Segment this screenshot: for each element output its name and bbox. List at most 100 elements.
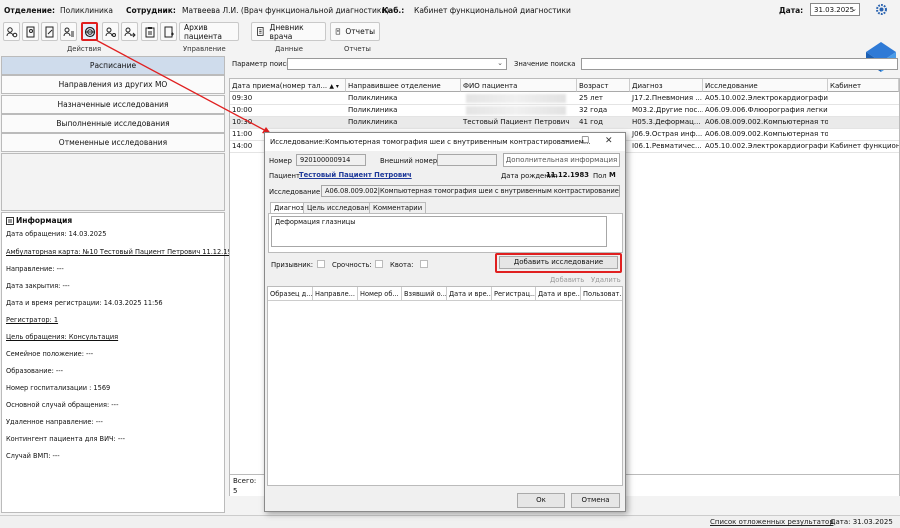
info-registrar-link[interactable]: Регистратор: 1: [6, 316, 58, 324]
external-number-field[interactable]: [437, 154, 497, 166]
table-row[interactable]: 10:30 Поликлиника Тестовый Пациент Петрови…: [230, 117, 899, 129]
department-label: Отделение:: [4, 6, 55, 15]
table-cell: H05.3.Деформац...: [632, 118, 701, 126]
ok-button[interactable]: Ок: [517, 493, 565, 508]
dcol-user[interactable]: Пользоват...: [581, 287, 622, 301]
urgency-label: Срочность:: [332, 261, 372, 269]
close-icon[interactable]: ✕: [605, 136, 613, 146]
conscript-checkbox[interactable]: [317, 260, 325, 268]
dcol-taker[interactable]: Взявший о...: [402, 287, 447, 301]
table-row[interactable]: 09:30 Поликлиника 25 лет J17.2.Пневмония ..…: [230, 93, 899, 105]
toolbar-button-8[interactable]: [141, 22, 158, 41]
dcol-direction[interactable]: Направле...: [313, 287, 358, 301]
quota-checkbox[interactable]: [420, 260, 428, 268]
col-cabinet[interactable]: Кабинет: [828, 79, 899, 92]
number-field[interactable]: 920100000914: [296, 154, 366, 166]
cancel-button[interactable]: Отмена: [571, 493, 620, 508]
external-number-label: Внешний номер: [380, 157, 438, 165]
toolbar-button-2[interactable]: [22, 22, 39, 41]
toolbar-button-9[interactable]: [160, 22, 177, 41]
study-field[interactable]: A06.08.009.002|Компьютерная томография ш…: [321, 185, 620, 197]
redacted-name: [466, 106, 566, 115]
study-button[interactable]: [81, 22, 98, 41]
table-cell: [828, 105, 899, 116]
footer-total-label: Всего:: [233, 477, 257, 485]
date-picker[interactable]: 31.03.2025 ⌄: [810, 3, 860, 16]
col-date[interactable]: Дата приема(номер тал... ▲ ▾: [230, 79, 346, 92]
reports-label: Отчеты: [345, 27, 375, 36]
delete-link[interactable]: Удалить: [591, 276, 621, 284]
diary-button[interactable]: Дневник врача: [251, 22, 326, 41]
status-date: Дата: 31.03.2025: [830, 518, 893, 526]
chevron-down-icon: ⌄: [851, 5, 857, 13]
date-label: Дата:: [779, 6, 804, 15]
dcol-datetime2[interactable]: Дата и вре...: [536, 287, 581, 301]
dcol-sample-number[interactable]: Номер об...: [358, 287, 402, 301]
add-link[interactable]: Добавить: [550, 276, 584, 284]
toolbar-button-4[interactable]: [60, 22, 77, 41]
clipboard-icon: [145, 26, 154, 37]
maximize-icon[interactable]: ☐: [581, 136, 589, 146]
patient-link[interactable]: Тестовый Пациент Петрович: [299, 171, 412, 179]
patient-label: Пациент: [269, 172, 300, 180]
table-cell: [828, 117, 899, 128]
reports-button[interactable]: Отчеты: [330, 22, 380, 41]
col-patient[interactable]: ФИО пациента: [461, 79, 577, 92]
archive-button[interactable]: Архив пациента: [179, 22, 239, 41]
col-diagnosis[interactable]: Диагноз: [630, 79, 703, 92]
dcol-sample[interactable]: Образец д...: [268, 287, 313, 301]
employee-value: Матвеева Л.И. (Врач функциональной диагн…: [182, 6, 390, 15]
nav-referrals[interactable]: Направления из других МО: [1, 75, 225, 94]
table-cell: 10:00: [232, 106, 253, 114]
toolbar-button-1[interactable]: [3, 22, 20, 41]
nav-cancelled[interactable]: Отмененные исследования: [1, 133, 225, 152]
toolbar-button-6[interactable]: [102, 22, 119, 41]
toolbar-button-3[interactable]: [41, 22, 58, 41]
search-value-input[interactable]: [581, 58, 898, 70]
dcol-registrar[interactable]: Регистрац...: [492, 287, 536, 301]
toolbar: Архив пациента Дневник врача Отчеты Дейс…: [0, 20, 900, 72]
urgency-checkbox[interactable]: [375, 260, 383, 268]
group-actions: Действия: [67, 45, 102, 53]
dcol-datetime[interactable]: Дата и вре...: [447, 287, 492, 301]
col-study[interactable]: Исследование: [703, 79, 828, 92]
cabinet-label: Каб.:: [382, 6, 405, 15]
number-label: Номер: [269, 157, 292, 165]
postponed-results-link[interactable]: Список отложенных результатов: [710, 518, 833, 526]
info-date: Дата обращения: 14.03.2025: [6, 230, 107, 238]
minimize-icon[interactable]: —: [561, 136, 570, 146]
nav-schedule[interactable]: Расписание: [1, 56, 225, 75]
nav-assigned[interactable]: Назначенные исследования: [1, 95, 225, 114]
col-dept[interactable]: Направившее отделение: [346, 79, 461, 92]
diary-label: Дневник врача: [269, 22, 304, 41]
archive-label: Архив пациента: [184, 22, 222, 41]
top-info-bar: Отделение: Поликлиника Сотрудник: Матвее…: [0, 0, 900, 20]
info-education: Образование: ---: [6, 367, 64, 375]
info-remote-referral: Удаленное направление: ---: [6, 418, 103, 426]
search-param-select[interactable]: ⌄: [287, 58, 507, 70]
samples-table: Образец д... Направле... Номер об... Взя…: [267, 286, 623, 486]
user-list-icon: [63, 27, 74, 36]
col-age[interactable]: Возраст: [577, 79, 630, 92]
info-card-link[interactable]: Амбулаторная карта: №10 Тестовый Пациент…: [6, 248, 240, 256]
info-close-date: Дата закрытия: ---: [6, 282, 70, 290]
table-cell: 25 лет: [579, 94, 603, 102]
search-value-label: Значение поиска: [514, 60, 576, 68]
group-reports: Отчеты: [344, 45, 371, 53]
info-referral: Направление: ---: [6, 265, 64, 273]
info-purpose-link[interactable]: Цель обращения: Консультация: [6, 333, 118, 341]
diagnosis-textarea[interactable]: Деформация глазницы: [271, 216, 607, 247]
table-row[interactable]: 10:00 Поликлиника 32 года M03.2.Другие пос.…: [230, 105, 899, 117]
table-cell: 10:30: [232, 118, 253, 126]
tab-comments[interactable]: Комментарии: [369, 202, 427, 213]
info-hosp-number: Номер госпитализации : 1569: [6, 384, 111, 392]
gear-icon[interactable]: [875, 3, 888, 16]
info-header: Информация: [16, 216, 73, 225]
toolbar-button-7[interactable]: [121, 22, 138, 41]
nav-completed[interactable]: Выполненные исследования: [1, 114, 225, 133]
footer-total-count: 5: [233, 487, 238, 495]
study-label: Исследование: [269, 188, 321, 196]
group-management: Управление: [183, 45, 226, 53]
conscript-label: Призывник:: [271, 261, 314, 269]
additional-info-button[interactable]: Дополнительная информация: [503, 153, 620, 167]
